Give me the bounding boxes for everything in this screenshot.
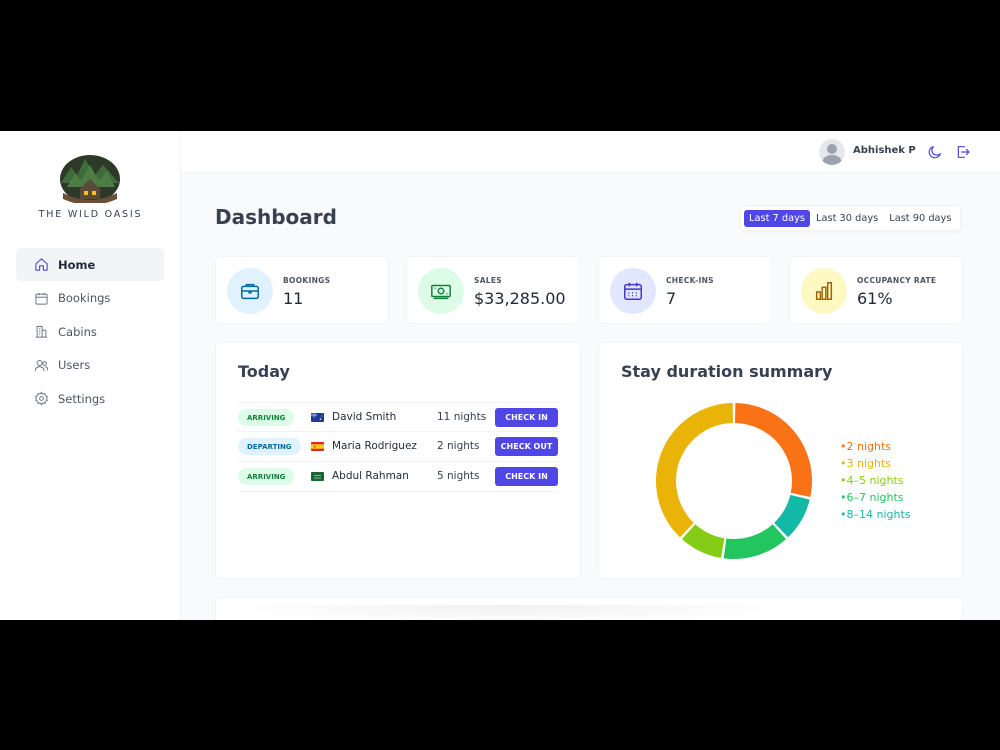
sidebar-item-label: Users: [58, 358, 91, 373]
user-name: Abhishek P: [853, 145, 916, 156]
spain-flag-icon: [311, 442, 324, 451]
stat-value: 61%: [857, 289, 893, 308]
stat-icon-wrap: [801, 268, 847, 314]
today-card: Today ARRIVING David Smith 11 nights CHE…: [215, 342, 581, 579]
logout-icon[interactable]: [955, 144, 971, 160]
stat-value: 11: [283, 289, 304, 308]
sidebar-item-cabins[interactable]: Cabins: [16, 315, 164, 348]
filter-last-30-days[interactable]: Last 30 days: [811, 210, 883, 227]
donut-slice-2-nights: [735, 403, 812, 498]
stat-bookings: BOOKINGS 11: [215, 256, 389, 324]
users-icon: [34, 359, 49, 371]
stat-label: BOOKINGS: [283, 276, 331, 285]
sidebar-item-label: Bookings: [58, 291, 111, 306]
card-title: Today: [238, 362, 290, 381]
banknotes-icon: [431, 284, 451, 300]
filter-last-7-days[interactable]: Last 7 days: [744, 209, 810, 227]
gear-icon: [34, 391, 49, 406]
card-title: Stay duration summary: [621, 362, 833, 381]
stay-duration-donut-chart: [656, 403, 812, 559]
logo: [60, 155, 120, 203]
saudi-arabia-flag-icon: [311, 472, 324, 481]
nights-count: 5 nights: [437, 470, 480, 482]
card-shadow: [218, 605, 798, 620]
home-icon: [35, 258, 48, 271]
date-filter: Last 7 days Last 30 days Last 90 days: [740, 205, 962, 231]
calendar-icon: [35, 292, 48, 305]
chart-bar-icon: [815, 282, 833, 300]
legend-item-3-nights: •3 nights: [840, 455, 911, 472]
page-title: Dashboard: [215, 205, 337, 229]
guest-name: David Smith: [332, 411, 397, 423]
stat-icon-wrap: [227, 268, 273, 314]
stat-sales: SALES $33,285.00: [406, 256, 580, 324]
sidebar-item-settings[interactable]: Settings: [16, 382, 164, 415]
stat-label: SALES: [474, 276, 503, 285]
sidebar-item-label: Cabins: [58, 324, 97, 339]
donut-slice-6-7-nights: [723, 524, 787, 559]
status-badge: ARRIVING: [238, 468, 295, 485]
stat-label: OCCUPANCY RATE: [857, 276, 937, 285]
buildings-icon: [35, 326, 48, 338]
legend-item-8-14-nights: •8–14 nights: [840, 506, 911, 523]
status-badge: DEPARTING: [238, 438, 301, 455]
nights-count: 2 nights: [437, 440, 480, 452]
moon-icon[interactable]: [927, 144, 943, 160]
stat-occupancy-rate: OCCUPANCY RATE 61%: [789, 256, 963, 324]
legend-label: 3 nights: [846, 457, 892, 470]
sidebar-item-bookings[interactable]: Bookings: [16, 282, 164, 315]
donut-slice-4-5-nights: [681, 524, 725, 558]
check-out-button[interactable]: CHECK OUT: [495, 437, 558, 456]
guest-name: Abdul Rahman: [332, 470, 409, 482]
calendar-days-icon: [624, 282, 642, 300]
logo-text: THE WILD OASIS: [38, 209, 143, 220]
legend-item-6-7-nights: •6–7 nights: [840, 489, 911, 506]
donut-slice-8-14-nights: [774, 494, 810, 538]
sidebar-item-label: Settings: [58, 391, 106, 406]
legend-label: 4–5 nights: [846, 474, 904, 487]
sidebar-item-label: Home: [58, 257, 96, 272]
stat-icon-wrap: [610, 268, 656, 314]
australia-flag-icon: [311, 413, 324, 422]
main-nav: Home Bookings Cabins Users Settings: [16, 248, 164, 416]
donut-slice-3-nights: [656, 403, 733, 538]
table-row: DEPARTING Maria Rodriguez 2 nights CHECK…: [238, 432, 559, 462]
legend-label: 8–14 nights: [846, 508, 911, 521]
user-silhouette-icon: [822, 144, 842, 165]
stay-duration-card: Stay duration summary •2 nights •3 night…: [598, 342, 963, 579]
check-in-button[interactable]: CHECK IN: [495, 408, 558, 427]
legend-label: 2 nights: [846, 440, 892, 453]
app-window: THE WILD OASIS Home Bookings Cabins User…: [0, 131, 1000, 620]
stat-label: CHECK-INS: [666, 276, 714, 285]
legend-label: 6–7 nights: [846, 491, 904, 504]
table-row: ARRIVING David Smith 11 nights CHECK IN: [238, 402, 559, 432]
sidebar: THE WILD OASIS Home Bookings Cabins User…: [0, 131, 181, 620]
status-badge: ARRIVING: [238, 409, 295, 426]
top-header: Abhishek P: [181, 131, 1000, 173]
legend-item-2-nights: •2 nights: [840, 438, 911, 455]
stat-value: $33,285.00: [474, 289, 566, 308]
avatar[interactable]: [819, 139, 845, 165]
filter-last-90-days[interactable]: Last 90 days: [884, 210, 956, 227]
briefcase-icon: [241, 283, 259, 300]
legend-item-4-5-nights: •4–5 nights: [840, 472, 911, 489]
stat-value: 7: [666, 289, 677, 308]
sidebar-item-users[interactable]: Users: [16, 349, 164, 382]
guest-name: Maria Rodriguez: [332, 440, 417, 452]
nights-count: 11 nights: [437, 411, 487, 423]
table-row: ARRIVING Abdul Rahman 5 nights CHECK IN: [238, 462, 559, 492]
check-in-button[interactable]: CHECK IN: [495, 467, 558, 486]
chart-legend: •2 nights •3 nights •4–5 nights •6–7 nig…: [840, 438, 911, 523]
stat-icon-wrap: [418, 268, 464, 314]
stat-check-ins: CHECK-INS 7: [598, 256, 772, 324]
sidebar-item-home[interactable]: Home: [16, 248, 164, 281]
